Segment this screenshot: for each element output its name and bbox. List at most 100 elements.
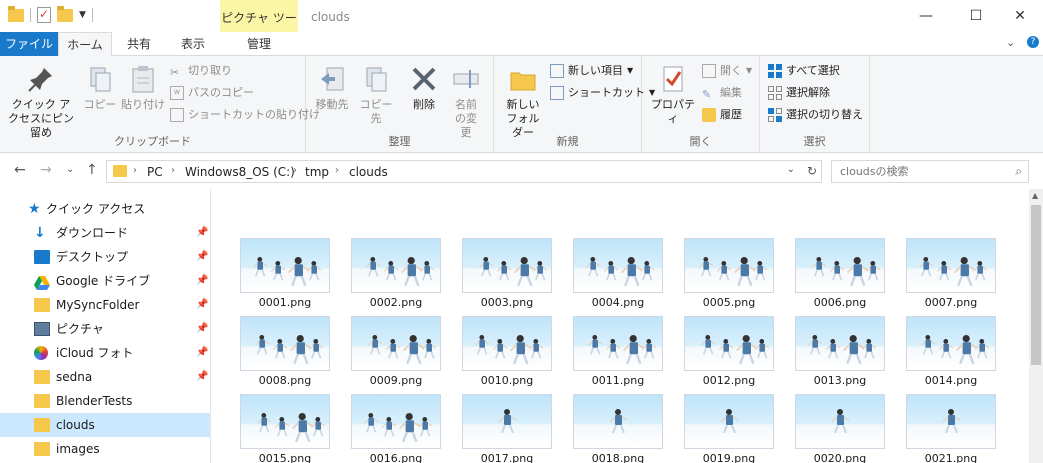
tab-share[interactable]: 共有 [112,32,166,56]
image-preview [462,316,552,371]
edit-button[interactable]: ✎ 編集 [702,84,742,102]
up-button[interactable]: ↑ [86,162,98,178]
sidebar-item-label: clouds [56,418,95,432]
breadcrumb-drive[interactable]: Windows8_OS (C:) [185,165,295,179]
close-button[interactable]: ✕ [997,0,1043,32]
maximize-button[interactable]: ☐ [953,0,999,32]
file-thumbnail[interactable]: 0009.png [341,316,445,394]
help-icon[interactable]: ? [1027,36,1039,48]
sidebar-item-icloud-photos[interactable]: iCloud フォト 📌 [0,341,210,365]
copy-button[interactable]: コピー [82,64,118,112]
breadcrumb-tmp[interactable]: tmp [305,165,329,179]
file-thumbnail[interactable]: 0014.png [896,316,1000,394]
search-input[interactable] [840,161,1010,182]
open-button[interactable]: 開く ▼ [702,62,752,80]
cut-label: 切り取り [188,64,232,77]
search-icon[interactable]: ⌕ [1015,164,1022,179]
back-button[interactable]: ← [14,162,26,178]
open-group: プロパティ 開く ▼ ✎ 編集 履歴 開く [642,56,760,153]
properties-icon[interactable]: ✓ [37,7,51,23]
copy-path-button[interactable]: W パスのコピー [170,84,254,102]
file-thumbnail[interactable]: 0015.png [230,394,334,463]
file-thumbnail[interactable]: 0005.png [674,238,778,316]
image-preview [573,316,663,371]
file-thumbnail[interactable]: 0013.png [785,316,889,394]
expand-ribbon-icon[interactable]: ⌄ [1006,36,1015,49]
new-item-button[interactable]: 新しい項目 ▼ [550,62,633,80]
folder-icon[interactable] [8,5,24,22]
tab-home[interactable]: ホーム [58,32,112,57]
address-bar[interactable]: › PC › Windows8_OS (C:) › tmp › clouds ⌄… [106,160,822,183]
tab-manage[interactable]: 管理 [220,32,298,56]
file-thumbnail[interactable]: 0006.png [785,238,889,316]
image-preview [240,238,330,293]
paste-shortcut-button[interactable]: ショートカットの貼り付け [170,106,320,124]
select-none-icon [768,86,782,100]
delete-button[interactable]: 削除 [404,64,444,112]
scissors-icon: ✂ [170,66,180,79]
copy-to-button[interactable]: コピー先 [356,64,396,126]
tab-view[interactable]: 表示 [166,32,220,56]
sidebar-item-mysyncfolder[interactable]: MySyncFolder 📌 [0,293,210,317]
sidebar-item-sedna[interactable]: sedna 📌 [0,365,210,389]
invert-selection-button[interactable]: 選択の切り替え [768,106,863,124]
forward-button[interactable]: → [40,162,52,178]
sidebar-item-google-drive[interactable]: Google ドライブ 📌 [0,269,210,293]
file-thumbnail[interactable]: 0019.png [674,394,778,463]
vertical-scrollbar[interactable]: ▲ [1029,189,1043,463]
select-all-button[interactable]: すべて選択 [768,62,840,80]
cut-button[interactable]: ✂ 切り取り [170,62,232,80]
file-thumbnail[interactable]: 0002.png [341,238,445,316]
sidebar-item-desktop[interactable]: デスクトップ 📌 [0,245,210,269]
new-folder-button[interactable]: 新しいフォルダー [500,64,546,140]
file-thumbnail[interactable]: 0008.png [230,316,334,394]
file-thumbnail[interactable]: 0012.png [674,316,778,394]
recent-locations-button[interactable]: ⌄ [66,164,74,175]
tab-file[interactable]: ファイル [0,32,58,56]
file-thumbnail[interactable]: 0001.png [230,238,334,316]
file-thumbnail[interactable]: 0011.png [563,316,667,394]
scrollbar-thumb[interactable] [1031,205,1041,365]
copy-to-label: コピー先 [359,98,393,125]
shortcut-button[interactable]: ショートカット ▼ [550,84,655,102]
sidebar-item-downloads[interactable]: ↓ ダウンロード 📌 [0,221,210,245]
sidebar-item-quick-access[interactable]: ★ クイック アクセス [0,197,210,221]
open-label: 開く [720,64,742,77]
sidebar-item-blendertests[interactable]: BlenderTests [0,389,210,413]
file-thumbnail[interactable]: 0017.png [452,394,556,463]
move-to-button[interactable]: 移動先 [312,64,352,112]
rename-button[interactable]: 名前の変更 [446,64,486,140]
file-thumbnail[interactable]: 0021.png [896,394,1000,463]
history-button[interactable]: 履歴 [702,106,742,124]
file-thumbnail[interactable]: 0020.png [785,394,889,463]
minimize-button[interactable]: — [903,0,949,32]
file-thumbnail[interactable]: 0007.png [896,238,1000,316]
new-folder-icon[interactable] [57,5,73,22]
pin-to-quick-access-button[interactable]: クイック アクセスにピン留め [6,64,76,140]
folder-icon [34,394,50,408]
breadcrumb-pc[interactable]: PC [147,165,163,179]
file-thumbnail[interactable]: 0004.png [563,238,667,316]
rename-icon [451,64,481,94]
file-thumbnail[interactable]: 0003.png [452,238,556,316]
file-name: 0014.png [924,374,978,387]
sidebar-item-pictures[interactable]: ピクチャ 📌 [0,317,210,341]
file-name: 0003.png [480,296,534,309]
file-thumbnail[interactable]: 0016.png [341,394,445,463]
search-box[interactable]: ⌕ [831,160,1029,183]
refresh-icon[interactable]: ↻ [807,164,817,178]
customize-toolbar-icon[interactable]: ▼ [79,10,86,20]
breadcrumb-clouds[interactable]: clouds [349,165,388,179]
select-none-button[interactable]: 選択解除 [768,84,830,102]
file-name: 0013.png [813,374,867,387]
file-thumbnail[interactable]: 0018.png [563,394,667,463]
sidebar-item-images[interactable]: images [0,437,210,461]
file-thumbnail[interactable]: 0010.png [452,316,556,394]
organize-group: 移動先 コピー先 削除 名前の変更 整理 [306,56,494,153]
paste-button[interactable]: 貼り付け [120,64,166,112]
invert-selection-icon [768,108,782,122]
address-history-icon[interactable]: ⌄ [787,164,795,175]
sidebar-item-clouds[interactable]: clouds [0,413,210,437]
scroll-up-icon[interactable]: ▲ [1032,191,1038,200]
properties-button[interactable]: プロパティ [648,64,698,126]
